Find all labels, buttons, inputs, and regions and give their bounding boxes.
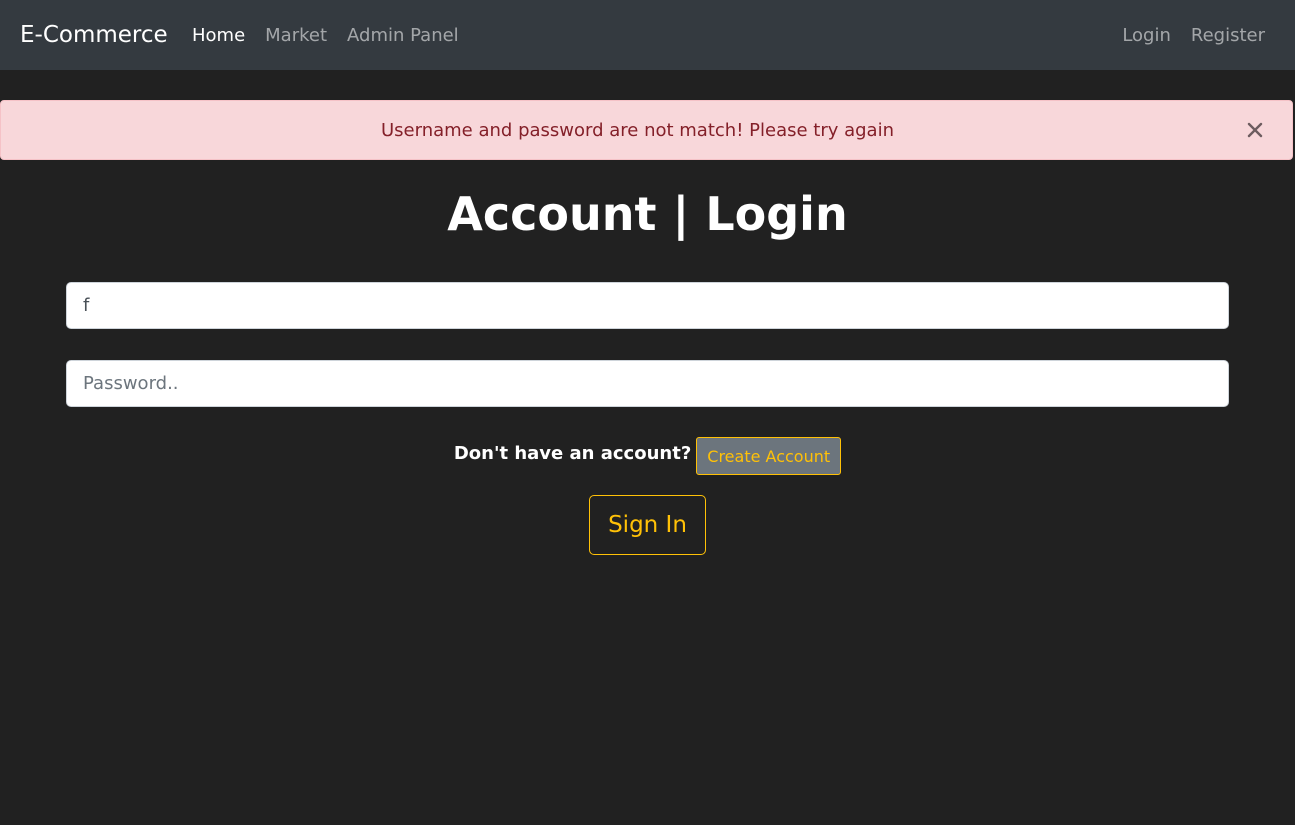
alert-message: Username and password are not match! Ple… (381, 120, 894, 141)
brand-link[interactable]: E-Commerce (20, 20, 168, 50)
nav-market-link[interactable]: Market (265, 23, 327, 49)
error-alert: Username and password are not match! Ple… (0, 100, 1293, 160)
page-title: Account | Login (447, 187, 848, 241)
password-input[interactable] (66, 360, 1229, 407)
nav-login-link[interactable]: Login (1122, 23, 1171, 49)
alert-close-button[interactable] (1242, 117, 1268, 143)
signup-prompt: Don't have an account? (453, 442, 692, 464)
signup-row: Don't have an account? Create Account (0, 437, 1295, 475)
nav-home-link[interactable]: Home (192, 23, 245, 49)
sign-in-button[interactable]: Sign In (589, 495, 706, 555)
username-input[interactable] (66, 282, 1229, 329)
nav-left-links: Home Market Admin Panel (192, 23, 459, 49)
nav-register-link[interactable]: Register (1191, 23, 1265, 49)
nav-admin-panel-link[interactable]: Admin Panel (347, 23, 459, 49)
nav-right-links: Login Register (1122, 23, 1265, 49)
close-icon (1242, 117, 1268, 143)
create-account-button[interactable]: Create Account (696, 437, 842, 475)
top-navbar: E-Commerce Home Market Admin Panel Login… (0, 0, 1295, 70)
